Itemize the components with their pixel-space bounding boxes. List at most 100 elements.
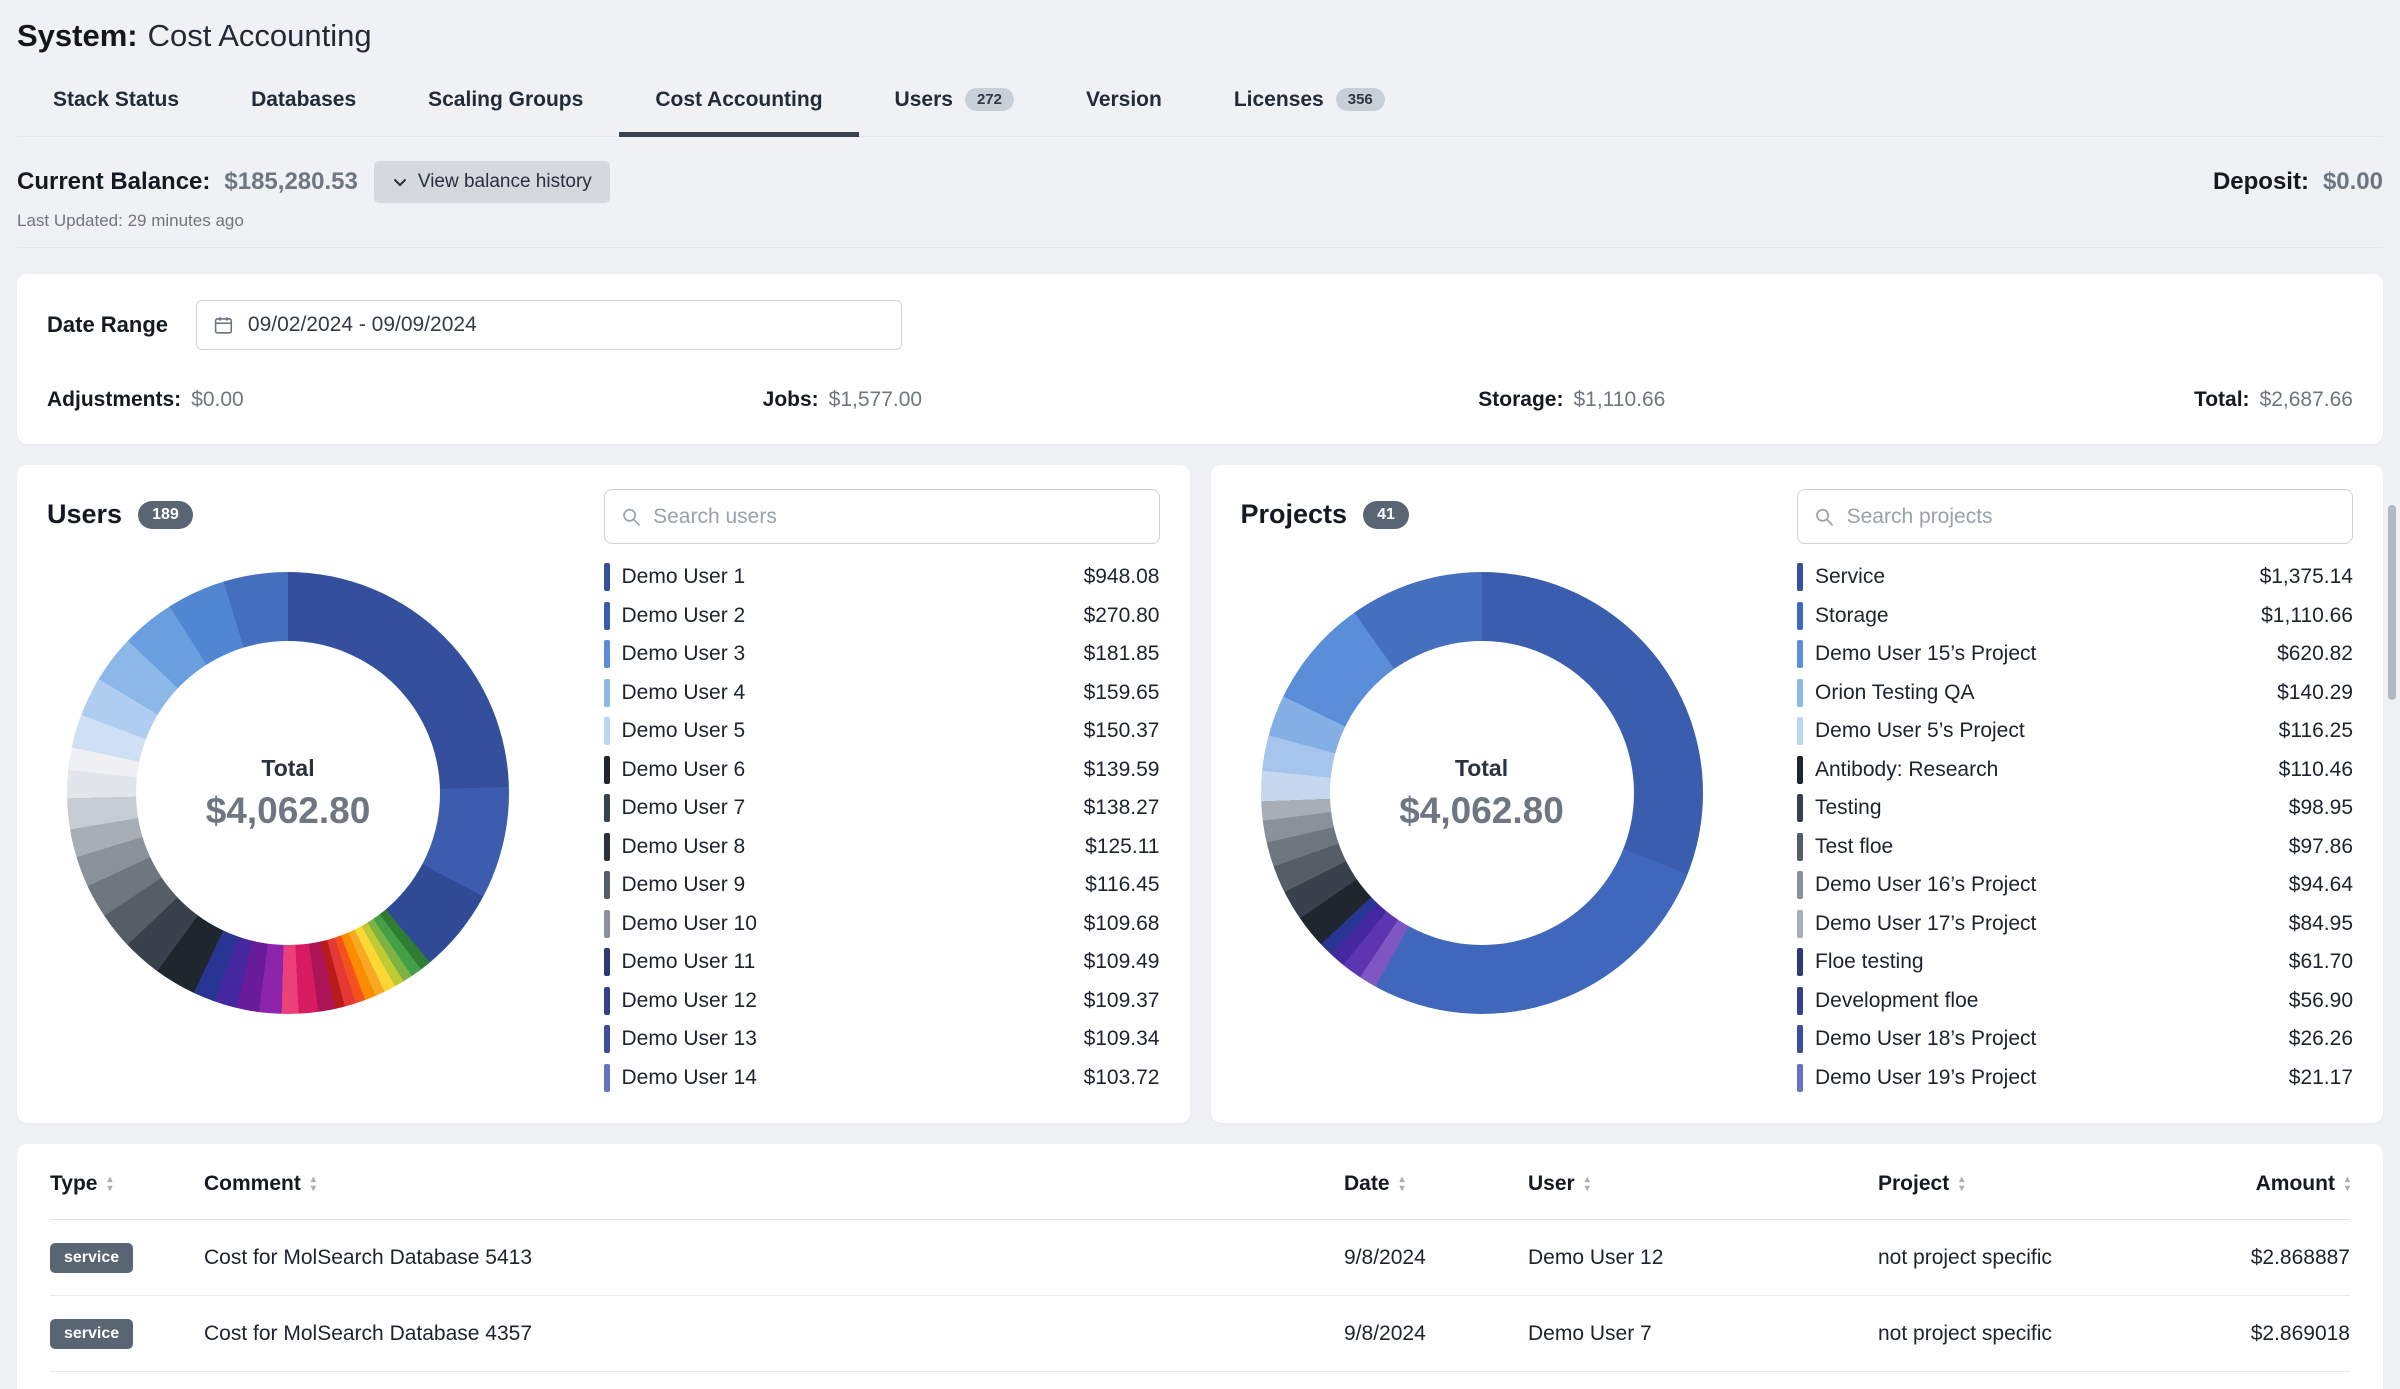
item-name: Demo User 15’s Project	[1815, 642, 2265, 666]
tab-stack-status[interactable]: Stack Status	[17, 82, 215, 137]
list-item[interactable]: Demo User 19’s Project $21.17	[1797, 1059, 2353, 1098]
users-donut-center: Total $4,062.80	[136, 641, 440, 945]
list-item[interactable]: Floe testing $61.70	[1797, 943, 2353, 982]
date-range-input[interactable]	[196, 300, 902, 350]
list-item[interactable]: Demo User 3 $181.85	[604, 635, 1160, 674]
users-search[interactable]	[604, 489, 1160, 544]
item-amount: $84.95	[2289, 912, 2353, 936]
column-label: Amount	[2256, 1172, 2335, 1196]
list-item[interactable]: Development floe $56.90	[1797, 982, 2353, 1021]
row-amount: $2.869018	[2145, 1322, 2350, 1346]
series-color-bar	[604, 794, 610, 822]
sort-icon: ▴▾	[1959, 1175, 1964, 1193]
series-color-bar	[1797, 794, 1803, 822]
column-header-type[interactable]: Type ▴▾	[50, 1172, 204, 1196]
list-item[interactable]: Orion Testing QA $140.29	[1797, 674, 2353, 713]
list-item[interactable]: Storage $1,110.66	[1797, 597, 2353, 636]
tab-users[interactable]: Users272	[859, 82, 1050, 137]
item-name: Demo User 17’s Project	[1815, 912, 2277, 936]
list-item[interactable]: Demo User 17’s Project $84.95	[1797, 905, 2353, 944]
summary-adjustments: Adjustments:$0.00	[47, 388, 763, 412]
projects-search[interactable]	[1797, 489, 2353, 544]
column-header-amount[interactable]: Amount ▴▾	[2145, 1172, 2350, 1196]
tab-scaling-groups[interactable]: Scaling Groups	[392, 82, 619, 137]
item-amount: $140.29	[2277, 681, 2353, 705]
list-item[interactable]: Demo User 16’s Project $94.64	[1797, 866, 2353, 905]
projects-search-input[interactable]	[1847, 505, 2336, 529]
projects-donut-chart[interactable]: Total $4,062.80	[1261, 572, 1703, 1014]
list-item[interactable]: Demo User 2 $270.80	[604, 597, 1160, 636]
list-item[interactable]: Demo User 11 $109.49	[604, 943, 1160, 982]
item-amount: $109.34	[1084, 1027, 1160, 1051]
list-item[interactable]: Demo User 13 $109.34	[604, 1020, 1160, 1059]
tab-label: Licenses	[1234, 88, 1324, 111]
search-icon	[1814, 506, 1835, 528]
tab-licenses[interactable]: Licenses 356	[1198, 82, 1421, 137]
item-name: Storage	[1815, 604, 2249, 628]
row-date: 9/8/2024	[1344, 1322, 1528, 1346]
series-color-bar	[1797, 1064, 1803, 1092]
item-amount: $1,375.14	[2260, 565, 2353, 589]
column-header-comment[interactable]: Comment ▴▾	[204, 1172, 1344, 1196]
list-item[interactable]: Testing $98.95	[1797, 789, 2353, 828]
table-row[interactable]: service Cost for MolSearch Database 5413…	[50, 1220, 2350, 1296]
users-search-input[interactable]	[653, 505, 1142, 529]
list-item[interactable]: Demo User 4 $159.65	[604, 674, 1160, 713]
item-name: Demo User 4	[622, 681, 1072, 705]
list-item[interactable]: Demo User 5 $150.37	[604, 712, 1160, 751]
column-label: Comment	[204, 1172, 301, 1196]
table-header: Type ▴▾ Comment ▴▾ Date ▴▾ User ▴▾ Proje…	[50, 1148, 2350, 1220]
column-header-project[interactable]: Project ▴▾	[1878, 1172, 2145, 1196]
users-total-label: Total	[261, 755, 314, 782]
item-name: Demo User 2	[622, 604, 1072, 628]
tab-version[interactable]: Version	[1050, 82, 1198, 137]
list-item[interactable]: Demo User 10 $109.68	[604, 905, 1160, 944]
list-item[interactable]: Demo User 18’s Project $26.26	[1797, 1020, 2353, 1059]
list-item[interactable]: Demo User 15’s Project $620.82	[1797, 635, 2353, 674]
item-amount: $109.49	[1084, 950, 1160, 974]
list-item[interactable]: Test floe $97.86	[1797, 828, 2353, 867]
item-amount: $116.25	[2279, 719, 2353, 743]
list-item[interactable]: Demo User 5’s Project $116.25	[1797, 712, 2353, 751]
series-color-bar	[604, 563, 610, 591]
projects-count-badge: 41	[1363, 501, 1409, 529]
tab-cost-accounting[interactable]: Cost Accounting	[619, 82, 858, 137]
list-item[interactable]: Demo User 7 $138.27	[604, 789, 1160, 828]
item-amount: $1,110.66	[2261, 604, 2353, 628]
list-item[interactable]: Demo User 1 $948.08	[604, 558, 1160, 597]
list-item[interactable]: Demo User 9 $116.45	[604, 866, 1160, 905]
jobs-label: Jobs:	[763, 388, 819, 411]
tab-databases[interactable]: Databases	[215, 82, 392, 137]
series-color-bar	[604, 679, 610, 707]
item-amount: $94.64	[2289, 873, 2353, 897]
view-balance-history-label: View balance history	[418, 171, 592, 193]
list-item[interactable]: Demo User 12 $109.37	[604, 982, 1160, 1021]
list-item[interactable]: Demo User 8 $125.11	[604, 828, 1160, 867]
list-item[interactable]: Service $1,375.14	[1797, 558, 2353, 597]
summary-jobs: Jobs:$1,577.00	[763, 388, 1479, 412]
series-color-bar	[604, 717, 610, 745]
tab-label: Users	[895, 88, 953, 111]
users-donut-chart[interactable]: Total $4,062.80	[67, 572, 509, 1014]
transactions-table: Type ▴▾ Comment ▴▾ Date ▴▾ User ▴▾ Proje…	[17, 1144, 2383, 1389]
table-row[interactable]: service Cost for MolSearch Database 5679…	[50, 1372, 2350, 1389]
page-scrollbar[interactable]	[2388, 505, 2396, 700]
item-name: Floe testing	[1815, 950, 2277, 974]
list-item[interactable]: Demo User 6 $139.59	[604, 751, 1160, 790]
summary-storage: Storage:$1,110.66	[1478, 388, 2194, 412]
date-range-label: Date Range	[47, 312, 168, 338]
sort-icon: ▴▾	[107, 1175, 112, 1193]
table-row[interactable]: service Cost for MolSearch Database 4357…	[50, 1296, 2350, 1372]
column-header-date[interactable]: Date ▴▾	[1344, 1172, 1528, 1196]
series-color-bar	[1797, 833, 1803, 861]
list-item[interactable]: Antibody: Research $110.46	[1797, 751, 2353, 790]
projects-list: Service $1,375.14 Storage $1,110.66 Demo…	[1797, 558, 2353, 1097]
item-amount: $109.68	[1084, 912, 1160, 936]
list-item[interactable]: Demo User 14 $103.72	[604, 1059, 1160, 1098]
tab-count-badge: 356	[1336, 88, 1385, 111]
date-range-value[interactable]	[248, 313, 885, 337]
item-amount: $181.85	[1084, 642, 1160, 666]
column-header-user[interactable]: User ▴▾	[1528, 1172, 1878, 1196]
view-balance-history-button[interactable]: View balance history	[374, 161, 610, 203]
series-color-bar	[1797, 756, 1803, 784]
